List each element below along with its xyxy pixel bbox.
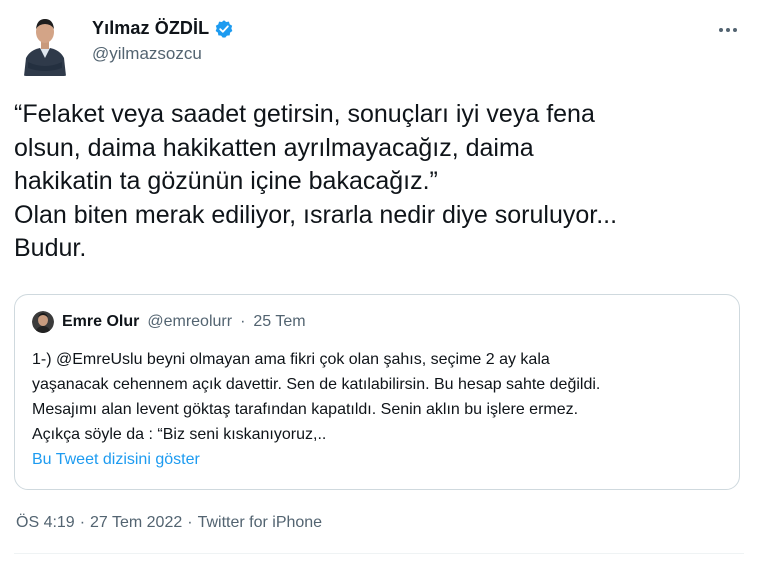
meta-separator: ·: [187, 514, 193, 531]
author-avatar[interactable]: [22, 14, 68, 76]
author-display-name[interactable]: Yılmaz ÖZDİL: [92, 18, 209, 39]
author-handle[interactable]: @yilmazsozcu: [92, 44, 202, 64]
quoted-separator: ·: [240, 313, 246, 330]
divider: [14, 553, 744, 554]
meta-separator: ·: [79, 514, 86, 531]
quoted-tweet-header: Emre Olur @emreolurr · 25 Tem: [32, 311, 306, 333]
quoted-author-avatar: [32, 311, 54, 333]
tweet-time[interactable]: ÖS 4:19: [16, 514, 75, 532]
tweet-source[interactable]: Twitter for iPhone: [198, 514, 323, 532]
quoted-tweet-date: 25 Tem: [253, 313, 306, 330]
quoted-tweet-card[interactable]: Emre Olur @emreolurr · 25 Tem 1-) @EmreU…: [14, 294, 740, 490]
verified-badge-icon: [214, 19, 234, 39]
tweet-meta: ÖS 4:19 · 27 Tem 2022 · Twitter for iPho…: [16, 514, 322, 532]
quoted-author-name: Emre Olur: [62, 313, 140, 330]
tweet: Yılmaz ÖZDİL @yilmazsozcu “Felaket veya …: [0, 0, 760, 565]
show-thread-link[interactable]: Bu Tweet dizisini göster: [32, 451, 200, 469]
tweet-text: “Felaket veya saadet getirsin, sonuçları…: [14, 100, 618, 262]
author-name-row[interactable]: Yılmaz ÖZDİL: [92, 18, 234, 39]
quoted-tweet-text: 1-) @EmreUslu beyni olmayan ama fikri ço…: [32, 351, 601, 443]
tweet-date[interactable]: 27 Tem 2022: [90, 514, 182, 532]
more-horizontal-icon[interactable]: [716, 18, 740, 42]
quoted-author-handle: @emreolurr: [147, 313, 233, 330]
